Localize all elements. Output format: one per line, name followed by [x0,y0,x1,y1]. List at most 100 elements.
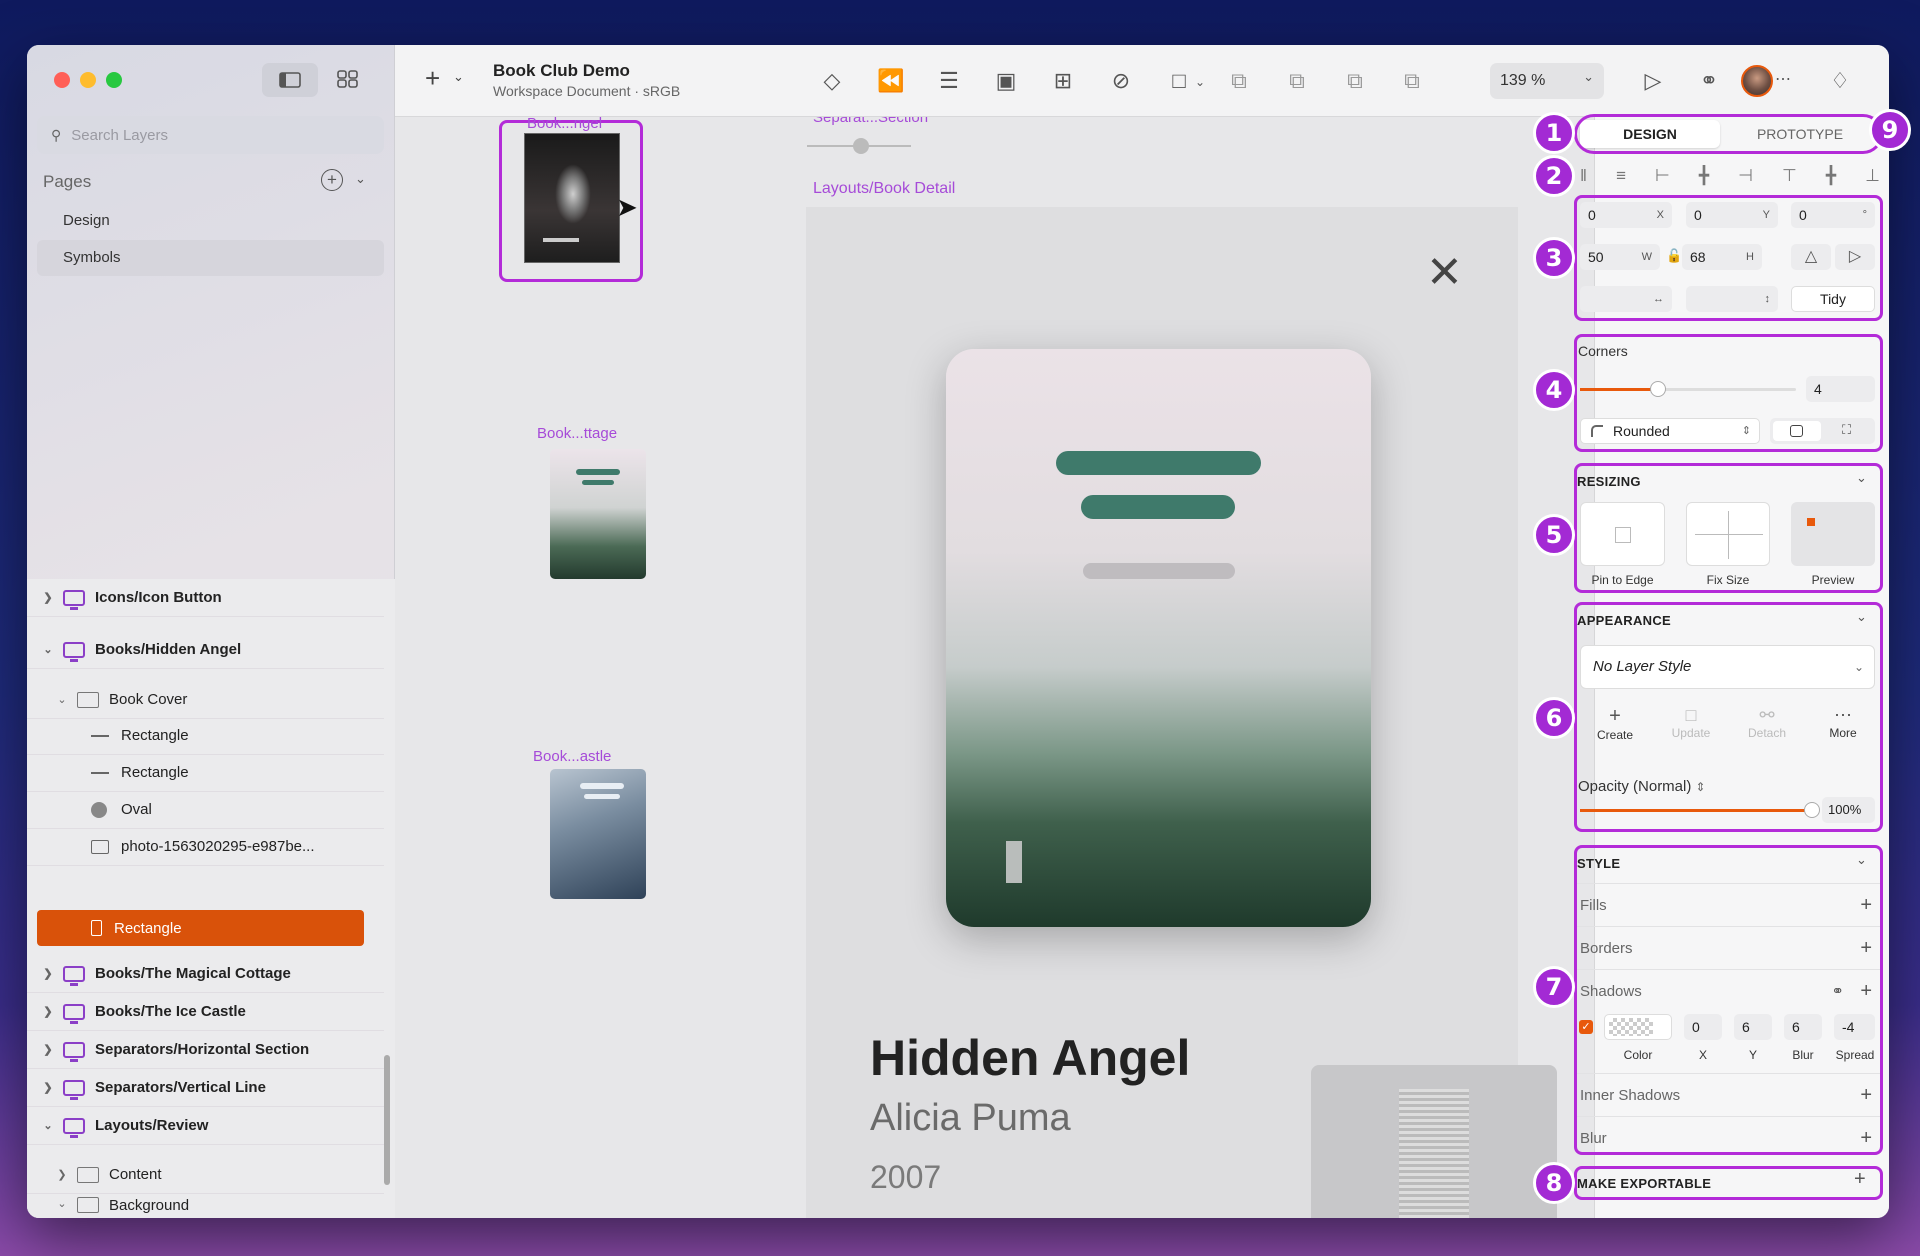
crop-icon[interactable]: ⊞ [1049,67,1077,95]
grid-view-icon[interactable] [337,70,359,88]
corner-mode-toggle[interactable]: ⛶ [1770,418,1875,444]
book-cover-large[interactable] [946,349,1371,927]
chevron-down-icon[interactable]: ⌄ [1856,852,1867,868]
chevron-down-icon[interactable]: ⌄ [55,693,69,706]
chevron-down-icon[interactable]: ⌄ [355,171,366,187]
zoom-window-button[interactable] [106,72,122,88]
update-style-button[interactable]: □ Update [1666,705,1716,740]
separator-thumbnail[interactable] [807,137,911,155]
align-center-icon[interactable]: ╋ [1699,166,1709,186]
blur-row[interactable]: Blur + [1577,1116,1880,1152]
align-bottom-icon[interactable]: ⊥ [1865,166,1880,186]
insert-icon[interactable]: + [425,63,440,94]
distribute-horizontal-icon[interactable]: ‖ [1580,166,1587,186]
layer-row[interactable]: ❯ Books/The Ice Castle [27,993,384,1031]
shadow-spread-field[interactable]: -4 [1834,1014,1875,1040]
inner-shadows-row[interactable]: Inner Shadows + [1577,1073,1880,1116]
y-field[interactable]: 0Y [1686,202,1778,228]
shadow-style-icon[interactable]: ⚭ [1831,970,1844,1013]
symbol-tool-icon[interactable]: ◇ [818,67,846,95]
layer-row[interactable]: ⌄ Books/Hidden Angel [27,631,384,669]
chevron-down-icon[interactable]: ⌄ [55,1197,69,1210]
chevron-down-icon[interactable]: ⌄ [1195,75,1205,89]
book-cover-thumbnail[interactable] [550,769,646,899]
height-field[interactable]: 68 H [1682,244,1762,270]
shadows-row[interactable]: Shadows ⚭ + [1577,969,1880,1012]
horizontal-spacing-field[interactable]: ↔ [1580,286,1672,312]
corner-mode-rounded[interactable] [1773,421,1821,441]
book-cover-thumbnail[interactable] [524,133,620,263]
corner-style-select[interactable]: Rounded ⇕ [1580,418,1760,444]
bell-icon[interactable]: ♢ [1826,67,1854,95]
opacity-slider[interactable] [1580,802,1820,818]
fix-size-control[interactable] [1686,502,1770,566]
chevron-down-icon[interactable]: ⌄ [41,1119,55,1132]
x-field[interactable]: 0X [1580,202,1672,228]
vertical-spacing-field[interactable]: ↕ [1686,286,1778,312]
layer-row[interactable]: ❯ Content [27,1156,384,1194]
more-style-button[interactable]: ⋯ More [1818,705,1868,740]
layer-row[interactable]: ⌄ Layouts/Review [27,1107,384,1145]
create-style-button[interactable]: + Create [1590,705,1640,742]
layer-row-selected[interactable]: Rectangle [37,910,364,946]
layer-row[interactable]: ⌄ Book Cover [27,681,384,719]
layer-row[interactable]: ❯ Separators/Vertical Line [27,1069,384,1107]
chevron-down-icon[interactable]: ⌄ [453,69,464,85]
opacity-field[interactable]: 100% [1822,797,1875,823]
tidy-button[interactable]: Tidy [1791,286,1875,312]
page-item-symbols[interactable]: Symbols [37,240,384,276]
frame-icon[interactable]: ▣ [992,67,1020,95]
canvas[interactable]: Book...ngel ➤ Book...ttage Book...astle … [395,45,1594,1218]
more-icon[interactable]: ⋯ [1775,69,1791,89]
chevron-down-icon[interactable]: ⌄ [1856,609,1867,625]
opacity-slider-knob[interactable] [1804,802,1820,818]
fills-row[interactable]: Fills + [1577,883,1880,926]
book-cover-thumbnail[interactable] [550,449,646,579]
shadow-blur-field[interactable]: 6 [1784,1014,1822,1040]
search-layers-field[interactable]: ⚲ Search Layers [37,116,384,154]
chevron-down-icon[interactable]: ⌄ [41,643,55,656]
artboard-label[interactable]: Book...astle [533,748,611,765]
lock-icon[interactable]: 🔓 [1666,248,1682,264]
close-icon[interactable]: ✕ [1426,247,1463,298]
layer-row[interactable]: ❯ Books/The Magical Cottage [27,955,384,993]
add-inner-shadow-icon[interactable]: + [1860,1074,1872,1117]
shadow-enabled-checkbox[interactable]: ✓ [1579,1020,1593,1034]
add-border-icon[interactable]: + [1860,927,1872,970]
chevron-right-icon[interactable]: ❯ [41,967,55,980]
close-window-button[interactable] [54,72,70,88]
layer-row[interactable]: ❯ Separators/Horizontal Section [27,1031,384,1069]
layer-row[interactable]: ⌄ Background [27,1193,384,1218]
add-blur-icon[interactable]: + [1860,1117,1872,1160]
chevron-right-icon[interactable]: ❯ [41,1081,55,1094]
artboard-label[interactable]: Layouts/Book Detail [813,180,955,198]
width-field[interactable]: 50 W [1580,244,1660,270]
layer-row[interactable]: Rectangle [27,717,384,755]
chevron-right-icon[interactable]: ❯ [41,1043,55,1056]
layer-style-select[interactable]: No Layer Style ⌄ [1580,645,1875,689]
artboard-label[interactable]: Book...ttage [537,425,617,442]
chevron-right-icon[interactable]: ❯ [41,591,55,604]
union-icon[interactable]: ⧉ [1225,67,1253,95]
add-shadow-icon[interactable]: + [1860,970,1872,1013]
borders-row[interactable]: Borders + [1577,926,1880,969]
chevron-right-icon[interactable]: ❯ [41,1005,55,1018]
scrollbar[interactable] [384,1055,390,1185]
page-item-design[interactable]: Design [37,203,384,239]
minimize-window-button[interactable] [80,72,96,88]
layer-row[interactable]: photo-1563020295-e987be... [27,828,384,866]
shadow-x-field[interactable]: 0 [1684,1014,1722,1040]
minimap[interactable] [1311,1065,1557,1218]
sidebar-toggle-button[interactable] [262,63,318,97]
stamp-icon[interactable]: ⏪ [877,67,905,95]
artboard-label[interactable]: Book...ngel [527,115,602,132]
layer-row[interactable]: Rectangle [27,754,384,792]
intersect-icon[interactable]: ⧉ [1341,67,1369,95]
align-right-icon[interactable]: ⊣ [1738,166,1753,186]
chevron-down-icon[interactable]: ⌄ [1583,69,1594,85]
align-left-icon[interactable]: ⊢ [1655,166,1670,186]
add-export-icon[interactable]: + [1854,1168,1866,1191]
zoom-control[interactable]: 139 % ⌄ [1490,63,1604,99]
corner-slider[interactable] [1580,381,1796,397]
chevron-down-icon[interactable]: ⌄ [1856,470,1867,486]
